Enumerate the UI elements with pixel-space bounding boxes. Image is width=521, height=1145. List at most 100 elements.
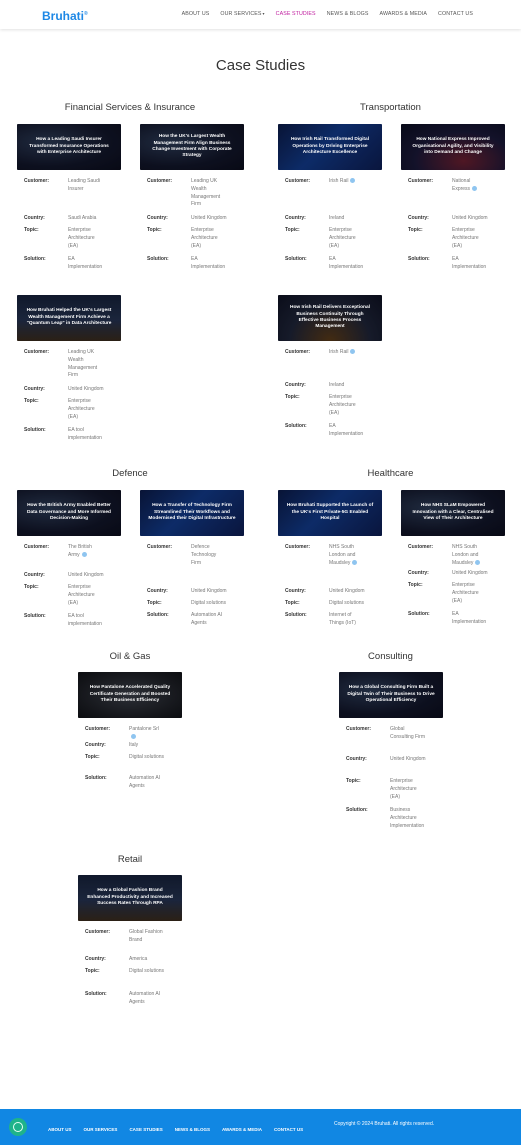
solution-label: Solution: xyxy=(285,423,307,429)
case-study-image[interactable]: How Bruhati Helped the UK's Largest Weal… xyxy=(17,295,121,341)
nav-our-services-label: OUR SERVICES xyxy=(220,11,262,17)
twitter-icon[interactable] xyxy=(475,559,481,565)
customer-value-text: Leading Saudi Insurer xyxy=(68,178,100,192)
case-study-title: How Irish Rail Delivers Exceptional Busi… xyxy=(290,305,370,330)
country-value: Saudi Arabia xyxy=(68,215,104,223)
topic-label: Topic: xyxy=(408,227,423,233)
footer-nav-awards-media[interactable]: AWARDS & MEDIA xyxy=(222,1127,262,1132)
chevron-down-icon: ▾ xyxy=(262,11,265,16)
nav-contact-us[interactable]: CONTACT US xyxy=(438,11,473,17)
case-study-image[interactable]: How the British Army Enabled Better Data… xyxy=(17,490,121,536)
solution-value: EA Implementation xyxy=(191,256,227,272)
case-study-card[interactable]: How a Global Fashion Brand Enhanced Prod… xyxy=(78,875,183,1029)
customer-value: Leading Saudi Insurer xyxy=(68,178,104,194)
footer-nav-contact-us[interactable]: CONTACT US xyxy=(274,1127,303,1132)
country-label: Country: xyxy=(147,215,168,221)
footer-nav-case-studies[interactable]: CASE STUDIES xyxy=(129,1127,162,1132)
logo[interactable]: Bruhati® xyxy=(42,9,88,23)
solution-value: Internet of Things (IoT) xyxy=(329,612,365,628)
solution-label: Solution: xyxy=(346,807,368,813)
site-footer: ABOUT US OUR SERVICES CASE STUDIES NEWS … xyxy=(0,1109,521,1145)
case-study-card[interactable]: How Irish Rail Delivers Exceptional Busi… xyxy=(278,295,383,449)
solution-label: Solution: xyxy=(24,613,46,619)
detail-row-solution: Solution: EA Implementation xyxy=(408,611,488,627)
country-value-text: United Kingdom xyxy=(390,756,426,762)
customer-value-text: Defence Technology Firm xyxy=(191,544,217,566)
detail-row-customer: Customer: National Express xyxy=(408,178,488,194)
case-study-image[interactable]: How a Global Fashion Brand Enhanced Prod… xyxy=(78,875,182,921)
solution-value: Business Architecture Implementation xyxy=(390,807,426,830)
country-value: United Kingdom xyxy=(329,588,365,596)
nav-case-studies[interactable]: CASE STUDIES xyxy=(276,11,316,17)
case-study-image[interactable]: How the UK's Largest Wealth Management F… xyxy=(140,124,244,170)
case-study-card[interactable]: How a Transfer of Technology Firm Stream… xyxy=(140,490,245,644)
case-study-title: How the UK's Largest Wealth Management F… xyxy=(152,134,232,159)
topic-value: Enterprise Architecture (EA) xyxy=(68,584,104,607)
section-transportation-title: Transportation xyxy=(360,102,421,113)
twitter-icon[interactable] xyxy=(472,185,478,191)
detail-row-solution: Solution: EA tool implementation xyxy=(24,427,104,443)
nav-news-blogs[interactable]: NEWS & BLOGS xyxy=(327,11,369,17)
customer-value-text: Irish Rail xyxy=(329,349,349,355)
case-study-details: Customer: Irish Rail Country: Ireland Topic:… xyxy=(278,178,383,278)
detail-row-topic: Topic: Enterprise Architecture (EA) xyxy=(24,227,104,250)
customer-label: Customer: xyxy=(346,726,372,732)
nav-awards-media[interactable]: AWARDS & MEDIA xyxy=(380,11,428,17)
twitter-icon[interactable] xyxy=(81,551,87,557)
nav-about-us[interactable]: ABOUT US xyxy=(182,11,210,17)
topic-label: Topic: xyxy=(147,600,162,606)
footer-nav-about-us[interactable]: ABOUT US xyxy=(48,1127,72,1132)
topic-value-text: Digital solutions xyxy=(191,600,227,606)
customer-value: Leading UK Wealth Management Firm xyxy=(191,178,227,209)
solution-value-text: Automation AI Agents xyxy=(129,991,161,1005)
case-study-image[interactable]: How Irish Rail Transformed Digital Opera… xyxy=(278,124,382,170)
case-study-card[interactable]: How a Leading Saudi Insurer Transformed … xyxy=(17,124,122,278)
country-label: Country: xyxy=(24,386,45,392)
case-study-image[interactable]: How Pantalone Accelerated Quality Certif… xyxy=(78,672,182,718)
case-study-image[interactable]: How Bruhati Supported the Launch of the … xyxy=(278,490,382,536)
case-study-image[interactable]: How a Leading Saudi Insurer Transformed … xyxy=(17,124,121,170)
case-study-card[interactable]: How the British Army Enabled Better Data… xyxy=(17,490,122,644)
case-study-card[interactable]: How National Express Improved Organisati… xyxy=(401,124,506,278)
case-study-details: Customer: Global Fashion Brand Country: Ame… xyxy=(78,929,183,1029)
case-study-card[interactable]: How Pantalone Accelerated Quality Certif… xyxy=(78,672,183,826)
twitter-icon[interactable] xyxy=(350,349,356,355)
chat-widget-icon[interactable] xyxy=(9,1118,27,1136)
case-study-card[interactable]: How a Global Consulting Firm Built a Dig… xyxy=(339,672,444,829)
detail-row-topic: Topic: Enterprise Architecture (EA) xyxy=(408,582,488,605)
nav-our-services[interactable]: OUR SERVICES▾ xyxy=(220,11,264,17)
country-label: Country: xyxy=(285,382,306,388)
customer-label: Customer: xyxy=(147,544,173,550)
footer-nav-our-services[interactable]: OUR SERVICES xyxy=(84,1127,118,1132)
topic-value-text: Enterprise Architecture (EA) xyxy=(390,778,417,800)
detail-row-country: Country: Saudi Arabia xyxy=(24,215,104,223)
case-study-card[interactable]: How Bruhati Helped the UK's Largest Weal… xyxy=(17,295,122,449)
country-value: United Kingdom xyxy=(68,386,104,394)
topic-value: Digital solutions xyxy=(329,600,365,608)
case-study-image[interactable]: How a Global Consulting Firm Built a Dig… xyxy=(339,672,443,718)
case-study-image[interactable]: How Irish Rail Delivers Exceptional Busi… xyxy=(278,295,382,341)
case-study-card[interactable]: How NHS SLaM Empowered Innovation with a… xyxy=(401,490,506,644)
topic-value-text: Digital solutions xyxy=(129,968,165,974)
case-study-image[interactable]: How a Transfer of Technology Firm Stream… xyxy=(140,490,244,536)
solution-value-text: EA Implementation xyxy=(452,256,487,270)
case-study-title: How a Global Consulting Firm Built a Dig… xyxy=(347,685,435,704)
case-study-image[interactable]: How National Express Improved Organisati… xyxy=(401,124,505,170)
customer-value: Global Fashion Brand xyxy=(129,929,165,945)
customer-value-text: Leading UK Wealth Management Firm xyxy=(68,349,98,379)
footer-nav-news-blogs[interactable]: NEWS & BLOGS xyxy=(175,1127,210,1132)
customer-label: Customer: xyxy=(285,178,311,184)
twitter-icon[interactable] xyxy=(350,178,356,184)
twitter-icon[interactable] xyxy=(131,733,136,739)
customer-value: NHS South London and Maudsley xyxy=(329,544,365,567)
case-study-card[interactable]: How Irish Rail Transformed Digital Opera… xyxy=(278,124,383,278)
country-value-text: United Kingdom xyxy=(329,588,365,594)
country-label: Country: xyxy=(285,588,306,594)
country-value: United Kingdom xyxy=(452,215,488,223)
case-study-image[interactable]: How NHS SLaM Empowered Innovation with a… xyxy=(401,490,505,536)
topic-label: Topic: xyxy=(285,600,300,606)
case-study-title: How a Leading Saudi Insurer Transformed … xyxy=(29,137,109,156)
case-study-card[interactable]: How the UK's Largest Wealth Management F… xyxy=(140,124,245,278)
twitter-icon[interactable] xyxy=(352,559,358,565)
case-study-card[interactable]: How Bruhati Supported the Launch of the … xyxy=(278,490,383,644)
